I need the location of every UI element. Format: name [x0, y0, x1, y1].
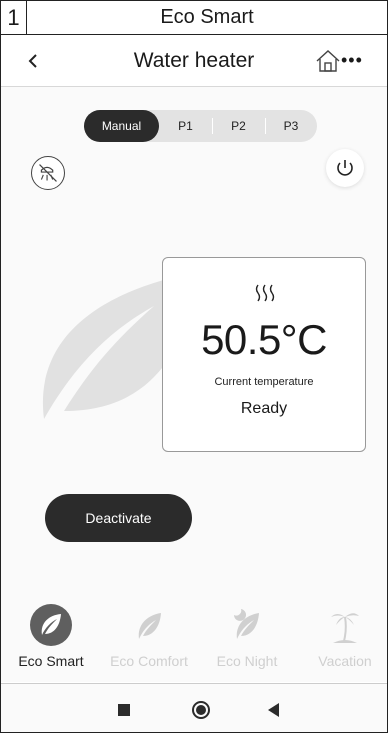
- system-nav-bar: [1, 683, 387, 732]
- mode-eco-comfort[interactable]: Eco Comfort: [101, 603, 197, 673]
- leaf-moon-icon: [234, 609, 259, 639]
- leaf-icon: [30, 604, 72, 646]
- palm-tree-icon: [331, 613, 359, 643]
- deactivate-button[interactable]: Deactivate: [45, 494, 192, 542]
- home-icon[interactable]: [315, 49, 341, 73]
- app-header: Water heater •••: [1, 35, 387, 87]
- mode-label: Eco Smart: [18, 653, 84, 669]
- shower-icon[interactable]: [31, 156, 65, 190]
- mode-eco-smart[interactable]: Eco Smart: [3, 603, 99, 673]
- caption-number: 1: [1, 1, 27, 34]
- screen-frame: 1 Eco Smart Water heater ••• Manual P1 P…: [0, 0, 388, 733]
- mode-label: Eco Night: [216, 653, 278, 669]
- mode-vacation[interactable]: Vacation: [297, 603, 387, 673]
- caption-bar: 1 Eco Smart: [1, 1, 387, 35]
- mode-label: Eco Comfort: [110, 653, 188, 669]
- recent-apps-icon[interactable]: [118, 704, 130, 716]
- main-content: Manual P1 P2 P3 50.5°C Current temperatu…: [1, 87, 387, 682]
- tab-manual[interactable]: Manual: [84, 110, 159, 142]
- program-tabs: Manual P1 P2 P3: [84, 110, 317, 142]
- tab-p1[interactable]: P1: [159, 110, 212, 142]
- heat-waves-icon: [255, 284, 275, 302]
- current-temperature-value: 50.5°C: [201, 316, 327, 363]
- status-text: Ready: [240, 400, 288, 417]
- current-temperature-label: Current temperature: [214, 376, 314, 388]
- leaf-icon: [138, 613, 161, 639]
- tab-p2[interactable]: P2: [212, 110, 265, 142]
- tab-p3[interactable]: P3: [265, 110, 317, 142]
- mode-eco-night[interactable]: Eco Night: [199, 603, 295, 673]
- more-options-icon[interactable]: •••: [341, 51, 363, 69]
- mode-label: Vacation: [318, 653, 372, 669]
- eco-mode-selector: Eco Smart Eco Comfort Eco Night Vacation: [1, 603, 387, 673]
- power-icon[interactable]: [326, 149, 364, 187]
- caption-title: Eco Smart: [160, 6, 254, 28]
- temperature-card: 50.5°C Current temperature Ready: [162, 257, 366, 452]
- back-nav-icon[interactable]: [268, 703, 279, 717]
- home-nav-icon[interactable]: [192, 701, 210, 719]
